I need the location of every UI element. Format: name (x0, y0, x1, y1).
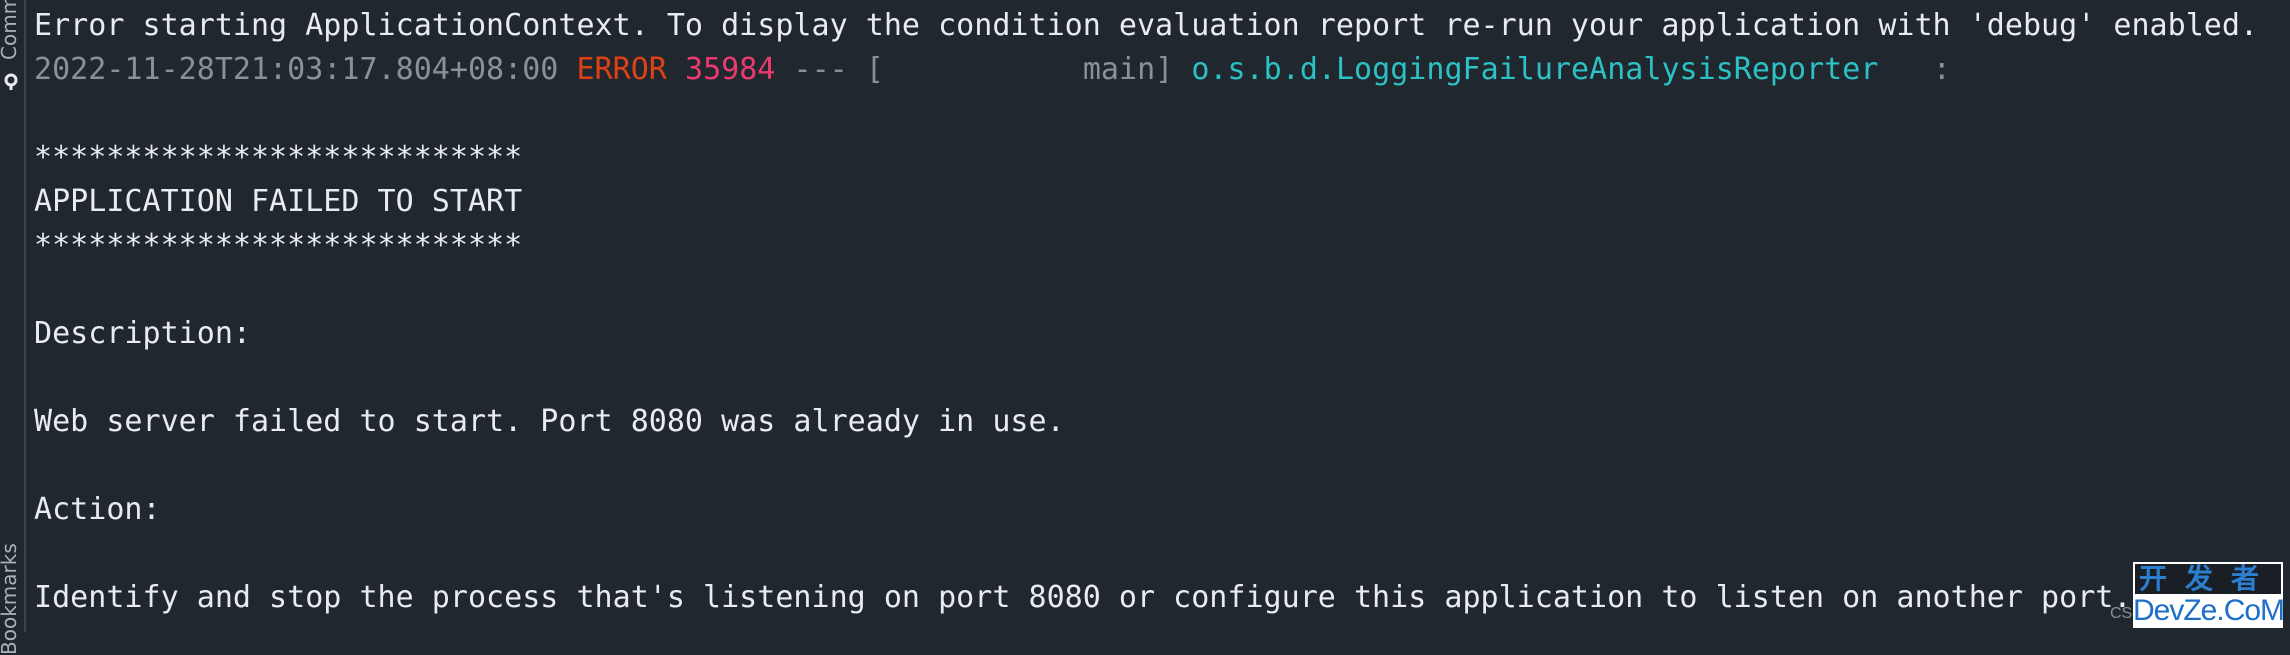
action-text: Identify and stop the process that's lis… (34, 580, 2132, 615)
log-level: ERROR (576, 52, 667, 87)
console-output[interactable]: Error starting ApplicationContext. To di… (34, 4, 2290, 620)
console-line-log-entry: 2022-11-28T21:03:17.804+08:00 ERROR 3598… (34, 48, 2290, 92)
log-thread: [ main] (865, 52, 1174, 87)
watermark-logo: 开发者 DevZe.CoM (2133, 562, 2283, 630)
log-logger-link[interactable]: o.s.b.d.LoggingFailureAnalysisReporter (1191, 52, 1878, 87)
sidebar-tab-bookmarks[interactable]: Bookmarks (0, 525, 24, 655)
sidebar-tab-bookmarks-label: Bookmarks (0, 543, 21, 655)
tool-window-sidebar: Commit Bookmarks (0, 0, 26, 655)
log-separator: --- (793, 52, 848, 87)
action-label: Action: (34, 492, 161, 527)
watermark-bottom-text: DevZe.CoM (2133, 594, 2283, 628)
banner-border-top: *************************** (34, 140, 523, 175)
log-pid: 35984 (684, 52, 776, 87)
watermark-prefix: CS (2110, 605, 2133, 622)
commit-icon (4, 73, 18, 90)
sidebar-tab-commit-label: Commit (0, 0, 21, 60)
description-label: Description: (34, 316, 251, 351)
log-timestamp: 2022-11-28T21:03:17.804+08:00 (34, 52, 559, 87)
banner-title: APPLICATION FAILED TO START (34, 184, 523, 219)
log-colon: : (1932, 52, 1951, 87)
description-text: Web server failed to start. Port 8080 wa… (34, 404, 1065, 439)
sidebar-tab-commit[interactable]: Commit (0, 0, 24, 60)
console-line-header: Error starting ApplicationContext. To di… (34, 8, 2259, 43)
banner-border-bottom: *************************** (34, 228, 523, 263)
watermark-top-text: 开发者 (2133, 562, 2283, 594)
